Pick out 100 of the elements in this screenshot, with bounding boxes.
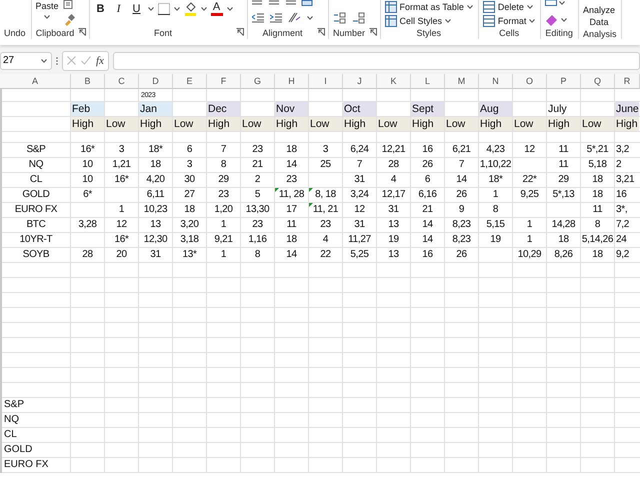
cells-menu-button[interactable]: Format — [482, 15, 536, 27]
dropdown-caret-icon[interactable] — [529, 19, 536, 23]
table-cell-text: 12 — [353, 203, 366, 217]
clipboard-icon[interactable] — [62, 0, 75, 10]
decrease-decimal-icon[interactable] — [352, 12, 366, 24]
table-cell-text: 12,21 — [380, 143, 406, 157]
cells-menu-button[interactable]: Delete — [482, 1, 536, 13]
dialog-launcher-icon[interactable] — [236, 28, 244, 36]
eraser-icon[interactable] — [545, 14, 560, 26]
name-box[interactable]: 27 — [0, 52, 52, 70]
column-header[interactable]: O — [513, 74, 547, 89]
column-subheader: High — [275, 117, 308, 131]
table-cell-text: 5 — [254, 188, 262, 202]
dropdown-caret-icon[interactable] — [306, 16, 313, 20]
column-header[interactable]: E — [173, 74, 207, 89]
table-cell-text: 13 — [149, 218, 162, 232]
dropdown-caret-icon[interactable] — [445, 19, 452, 23]
drag-handle-icon[interactable] — [56, 56, 58, 64]
column-subheader: Low — [309, 117, 342, 131]
table-cell-text: 18 — [183, 203, 196, 217]
dropdown-caret-icon[interactable] — [200, 7, 207, 11]
borders-icon[interactable] — [158, 3, 170, 15]
column-subheader: Low — [581, 117, 614, 131]
table-cell-text: 9,2 — [615, 248, 630, 262]
increase-decimal-icon[interactable] — [332, 12, 347, 24]
table-cell-text: 8,26 — [553, 248, 574, 262]
dropdown-caret-icon[interactable] — [561, 18, 568, 22]
dialog-launcher-icon[interactable] — [316, 28, 325, 36]
table-cell-text: 6,11 — [146, 188, 166, 202]
dropdown-caret-icon[interactable] — [41, 58, 47, 62]
text-orientation-icon[interactable] — [288, 12, 301, 23]
column-header[interactable]: M — [445, 74, 479, 89]
column-header[interactable]: D — [139, 74, 173, 89]
dropdown-caret-icon[interactable] — [559, 1, 566, 5]
bold-button[interactable]: B — [94, 3, 108, 15]
column-header[interactable]: Q — [581, 74, 615, 89]
column-header[interactable]: C — [105, 74, 139, 89]
table-cell-text: 16* — [113, 233, 130, 247]
table-cell-text: 12 — [523, 143, 536, 157]
table-cell-text: 18 — [591, 248, 604, 262]
table-cell-text: 6,21 — [451, 143, 472, 157]
table-cell: 5,14,26 — [581, 233, 614, 247]
table-cell-text: 26 — [455, 188, 468, 202]
italic-button[interactable]: I — [112, 3, 126, 15]
column-header[interactable]: F — [207, 74, 241, 89]
dropdown-caret-icon[interactable] — [44, 15, 50, 19]
dropdown-caret-icon[interactable] — [466, 5, 473, 9]
table-cell-text: 2 — [254, 173, 262, 187]
align-icons-drawing[interactable] — [252, 0, 314, 6]
column-header[interactable]: N — [479, 74, 513, 89]
table-cell-text: 19 — [387, 233, 400, 247]
column-subheader: High — [139, 117, 172, 131]
dropdown-caret-icon[interactable] — [148, 7, 154, 11]
month-header: Sept — [411, 102, 444, 116]
table-cell-text: 3 — [118, 143, 126, 157]
increase-indent-icon[interactable] — [270, 12, 282, 22]
table-cell-text: 5*,13 — [552, 188, 576, 202]
column-header[interactable]: I — [309, 74, 343, 89]
column-header[interactable]: A — [0, 74, 71, 89]
group-label: Styles — [415, 27, 442, 39]
column-header[interactable]: P — [547, 74, 581, 89]
month-header: Nov — [275, 102, 308, 116]
paste-button[interactable]: Paste — [36, 1, 59, 11]
table-cell-text: 13* — [181, 248, 198, 262]
table-cell-text: 16 — [421, 248, 434, 262]
formula-input[interactable] — [112, 52, 640, 70]
table-cell-text: 14 — [285, 248, 298, 262]
font-color-button[interactable]: A — [210, 2, 223, 16]
column-header[interactable]: G — [241, 74, 275, 89]
column-subheader: High — [547, 117, 580, 131]
dropdown-caret-icon[interactable] — [526, 5, 533, 9]
table-cell-text: 22 — [319, 248, 332, 262]
underline-button[interactable]: U — [130, 3, 144, 15]
fill-bucket-icon[interactable] — [184, 2, 197, 16]
table-cell-text: 1 — [220, 248, 228, 262]
dropdown-caret-icon[interactable] — [226, 7, 233, 11]
column-header[interactable]: B — [71, 74, 105, 89]
column-header[interactable]: H — [275, 74, 309, 89]
insert-function-button[interactable]: fx — [96, 54, 104, 66]
checkmark-icon[interactable] — [81, 56, 91, 65]
table-cell-text: 4,20 — [145, 173, 166, 187]
table-cell: 11, 28 — [275, 188, 308, 202]
style-menu-button[interactable]: Format as Table — [384, 1, 473, 13]
dropdown-caret-icon[interactable] — [174, 7, 180, 11]
column-header[interactable]: R — [615, 74, 640, 89]
table-cell-text: 11 — [286, 218, 298, 232]
format-painter-icon[interactable] — [62, 14, 75, 26]
table-cell-text: 23 — [217, 188, 230, 202]
style-menu-button[interactable]: Cell Styles — [384, 15, 473, 27]
month-header: June — [615, 102, 639, 116]
column-header[interactable]: J — [343, 74, 377, 89]
row-label: EURO FX — [14, 203, 58, 217]
column-header[interactable]: K — [377, 74, 411, 89]
dialog-launcher-icon[interactable] — [368, 28, 377, 36]
analyze-data-button[interactable]: Analyze Data — [582, 4, 615, 28]
dialog-launcher-icon[interactable] — [78, 28, 86, 36]
decrease-indent-icon[interactable] — [252, 12, 264, 22]
month-header: Jan — [139, 102, 172, 116]
column-header[interactable]: L — [411, 74, 445, 89]
column-subheader: High — [207, 117, 240, 131]
